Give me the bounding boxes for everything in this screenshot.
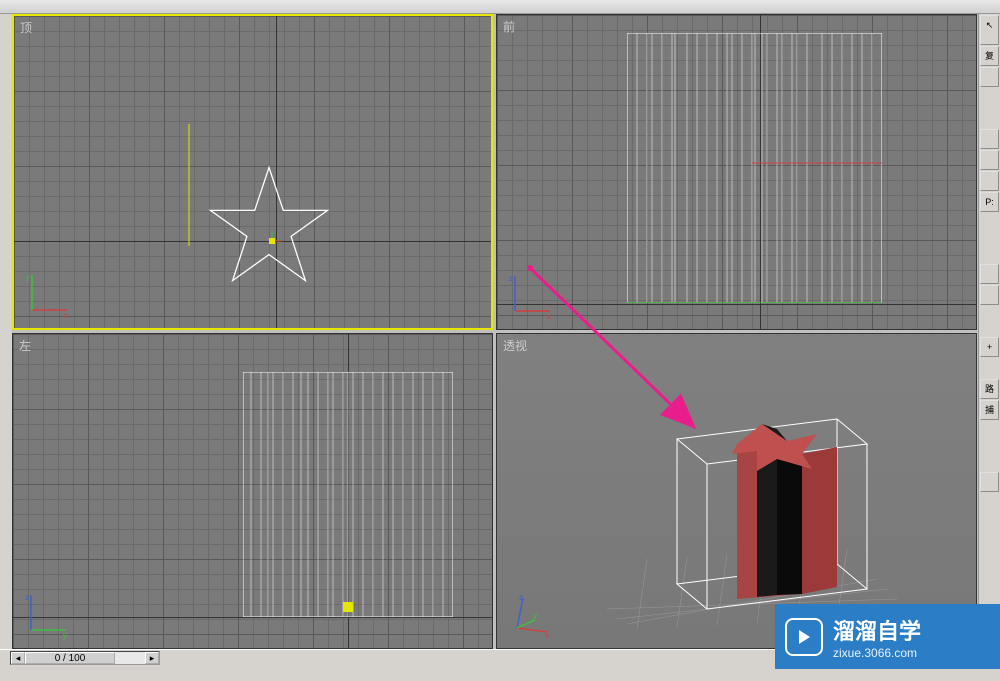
watermark: 溜溜自学 zixue.3066.com: [775, 604, 1000, 669]
svg-text:z: z: [519, 593, 523, 602]
timeline-thumb[interactable]: 0 / 100: [25, 652, 115, 664]
top-toolbar[interactable]: [0, 0, 1000, 14]
panel-button[interactable]: 复: [980, 46, 999, 66]
panel-button[interactable]: [980, 264, 999, 284]
viewport-grid: 顶 x y 前: [12, 14, 977, 649]
add-button[interactable]: +: [980, 337, 999, 357]
svg-text:y: y: [26, 273, 30, 282]
viewport-label-front: 前: [503, 18, 515, 35]
panel-button[interactable]: [980, 67, 999, 87]
viewport-front[interactable]: 前: [496, 14, 977, 330]
extrude-wireframe[interactable]: [627, 33, 882, 303]
axis-gizmo-persp: x y z: [505, 590, 555, 640]
viewport-label-persp: 透视: [503, 337, 527, 354]
svg-text:x: x: [64, 311, 68, 320]
svg-text:x: x: [547, 312, 551, 321]
star-3d-solid[interactable]: [662, 409, 882, 619]
panel-label: 捕: [980, 400, 999, 420]
panel-button[interactable]: [980, 129, 999, 149]
svg-text:x: x: [545, 631, 549, 640]
viewport-left[interactable]: 左 y z: [12, 333, 493, 649]
timeline-prev-icon[interactable]: ◂: [11, 652, 25, 664]
panel-button[interactable]: [980, 171, 999, 191]
cursor-tool-icon[interactable]: ↖: [980, 15, 999, 45]
panel-button[interactable]: [980, 472, 999, 492]
panel-button[interactable]: [980, 285, 999, 305]
panel-button[interactable]: [980, 150, 999, 170]
axis-gizmo-front: x z: [505, 271, 555, 321]
star-wireframe[interactable]: [204, 161, 334, 291]
svg-text:y: y: [533, 611, 537, 620]
extrude-wireframe-left[interactable]: [243, 372, 453, 617]
axis-horizontal: [497, 304, 976, 305]
axis-gizmo-top: x y: [22, 270, 72, 320]
timeline-next-icon[interactable]: ▸: [145, 652, 159, 664]
svg-text:z: z: [25, 593, 29, 602]
right-command-panel[interactable]: ↖ 复 P: + 路 捕: [978, 14, 1000, 649]
svg-text:z: z: [509, 274, 513, 283]
viewport-label-top: 顶: [20, 19, 32, 36]
panel-label: 路: [980, 379, 999, 399]
panel-label: P:: [980, 192, 999, 212]
viewport-perspective[interactable]: 透视: [496, 333, 977, 649]
watermark-title: 溜溜自学: [833, 614, 921, 646]
play-icon: [785, 618, 823, 656]
origin-marker: [262, 231, 282, 251]
timeline-track[interactable]: 0 / 100: [25, 652, 145, 664]
svg-text:y: y: [63, 631, 67, 640]
viewport-top[interactable]: 顶 x y: [12, 14, 493, 330]
watermark-url: zixue.3066.com: [833, 646, 921, 660]
axis-gizmo-left: y z: [21, 590, 71, 640]
viewport-label-left: 左: [19, 337, 31, 354]
left-ruler: [0, 14, 12, 649]
timeline-slider[interactable]: ◂ 0 / 100 ▸: [10, 651, 160, 665]
